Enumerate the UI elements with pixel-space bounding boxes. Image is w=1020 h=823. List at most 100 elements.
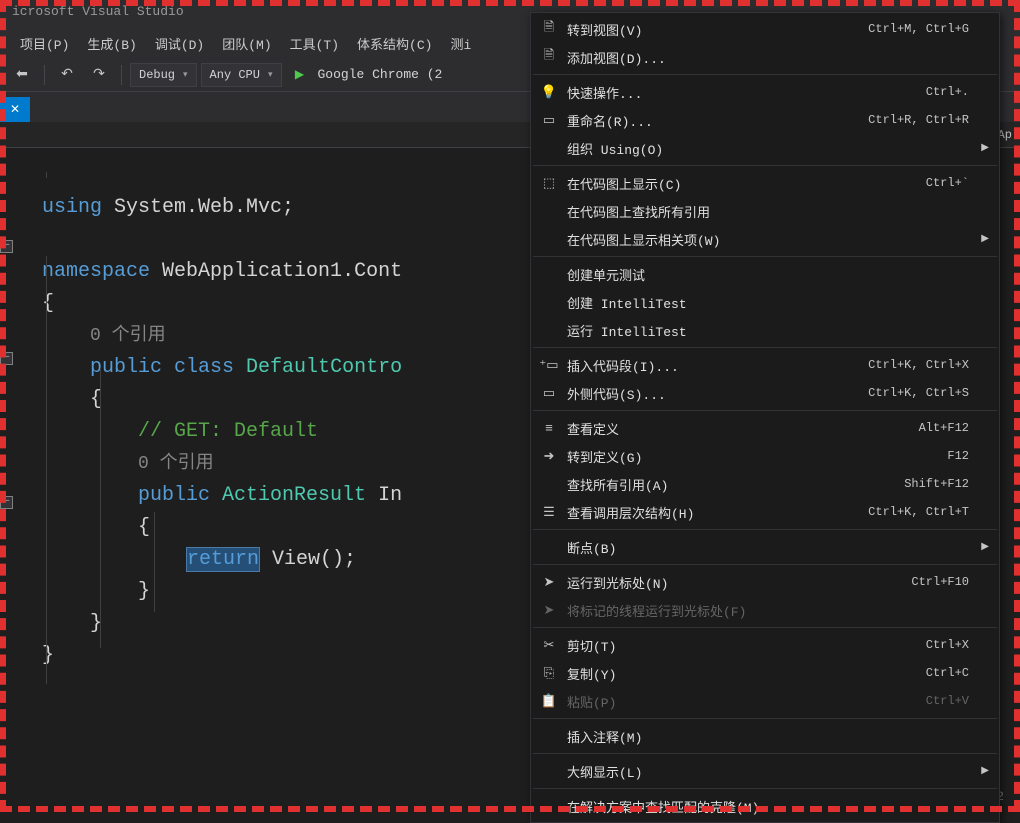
- menu-item-icon: 💡: [535, 85, 563, 100]
- menu-item-label: 添加视图(D)...: [563, 48, 969, 67]
- menu-item-icon: ▭: [535, 113, 563, 128]
- fold-toggle[interactable]: −: [0, 496, 13, 509]
- menu-item-label: 组织 Using(O): [563, 139, 969, 158]
- context-menu-item[interactable]: 断点(B)▶: [531, 533, 999, 561]
- menu-separator: [533, 74, 997, 75]
- menu-separator: [533, 753, 997, 754]
- context-menu-item[interactable]: ➤运行到光标处(N)Ctrl+F10: [531, 568, 999, 596]
- context-menu-item[interactable]: 查找所有引用(A)Shift+F12: [531, 470, 999, 498]
- context-menu-item[interactable]: 💡快速操作...Ctrl+.: [531, 78, 999, 106]
- context-menu: 🗎转到视图(V)Ctrl+M, Ctrl+G🗎添加视图(D)...💡快速操作..…: [530, 12, 1000, 823]
- context-menu-item[interactable]: ≡查看定义Alt+F12: [531, 414, 999, 442]
- menu-separator: [533, 256, 997, 257]
- menu-item-shortcut: Ctrl+V: [926, 694, 969, 708]
- context-menu-item[interactable]: 大纲显示(L) ▶: [531, 757, 999, 785]
- context-menu-item[interactable]: 在解决方案中查找匹配的克隆(M): [531, 792, 999, 820]
- menu-item-label: 查找所有引用(A): [563, 475, 904, 494]
- code-line: public ActionResult In: [138, 484, 402, 507]
- menu-item-label: 转到视图(V): [563, 20, 868, 39]
- menu-item-icon: ☰: [535, 505, 563, 520]
- menu-separator: [533, 564, 997, 565]
- submenu-arrow-icon: ▶: [981, 541, 989, 553]
- menu-project[interactable]: 项目(P): [20, 34, 69, 53]
- platform-dropdown[interactable]: Any CPU: [201, 63, 282, 87]
- redo-button[interactable]: ↷: [85, 62, 113, 88]
- context-menu-item[interactable]: ✂剪切(T)Ctrl+X: [531, 631, 999, 659]
- context-menu-item[interactable]: 运行 IntelliTest: [531, 316, 999, 344]
- context-menu-item[interactable]: 🗎添加视图(D)...: [531, 43, 999, 71]
- context-menu-item[interactable]: 创建单元测试: [531, 260, 999, 288]
- menu-item-icon: ≡: [535, 421, 563, 436]
- menu-item-icon: ⬚: [535, 176, 563, 191]
- context-menu-item[interactable]: 🗎转到视图(V)Ctrl+M, Ctrl+G: [531, 15, 999, 43]
- start-debug-button[interactable]: ▶: [286, 62, 314, 88]
- fold-toggle[interactable]: −: [0, 240, 13, 253]
- menu-item-label: 大纲显示(L): [563, 762, 969, 781]
- menu-item-shortcut: Ctrl+M, Ctrl+G: [868, 22, 969, 36]
- submenu-arrow-icon: ▶: [981, 233, 989, 245]
- context-menu-item[interactable]: ☰查看调用层次结构(H)Ctrl+K, Ctrl+T: [531, 498, 999, 526]
- selected-text: return: [186, 547, 260, 572]
- menu-test[interactable]: 测i: [450, 34, 471, 53]
- context-menu-item[interactable]: 组织 Using(O)▶: [531, 134, 999, 162]
- code-line: {: [42, 292, 54, 315]
- context-menu-item[interactable]: ⁺▭插入代码段(I)...Ctrl+K, Ctrl+X: [531, 351, 999, 379]
- menu-tools[interactable]: 工具(T): [290, 34, 339, 53]
- menu-item-shortcut: Ctrl+.: [926, 85, 969, 99]
- context-menu-item[interactable]: 在代码图上显示相关项(W)▶: [531, 225, 999, 253]
- menu-item-icon: ▭: [535, 386, 563, 401]
- run-target[interactable]: Google Chrome (2: [318, 67, 443, 82]
- menu-item-icon: 🗎: [535, 18, 563, 40]
- menu-item-shortcut: Ctrl+K, Ctrl+X: [868, 358, 969, 372]
- document-tab-active[interactable]: ✕: [0, 97, 30, 122]
- context-menu-item[interactable]: ▭外侧代码(S)...Ctrl+K, Ctrl+S: [531, 379, 999, 407]
- submenu-arrow-icon: ▶: [981, 765, 989, 777]
- menu-team[interactable]: 团队(M): [222, 34, 271, 53]
- code-line: public class DefaultContro: [90, 356, 402, 379]
- context-menu-item[interactable]: 创建 IntelliTest: [531, 288, 999, 316]
- menu-separator: [533, 718, 997, 719]
- menu-item-icon: 🗎: [535, 46, 563, 68]
- menu-item-label: 快速操作...: [563, 83, 926, 102]
- context-menu-item: 📋粘贴(P)Ctrl+V: [531, 687, 999, 715]
- code-line: }: [42, 644, 54, 667]
- menu-item-icon: 📋: [535, 694, 563, 709]
- menu-item-shortcut: Ctrl+K, Ctrl+T: [868, 505, 969, 519]
- menu-item-label: 外侧代码(S)...: [563, 384, 868, 403]
- context-menu-item[interactable]: ▭重命名(R)...Ctrl+R, Ctrl+R: [531, 106, 999, 134]
- menu-item-label: 重命名(R)...: [563, 111, 868, 130]
- context-menu-item[interactable]: ⎘复制(Y)Ctrl+C: [531, 659, 999, 687]
- codelens-references[interactable]: 0 个引用: [90, 326, 166, 346]
- code-line: // GET: Default: [138, 420, 318, 443]
- context-menu-item[interactable]: 插入注释(M): [531, 722, 999, 750]
- menu-item-label: 运行 IntelliTest: [563, 321, 969, 340]
- close-tab-icon[interactable]: ✕: [10, 102, 20, 117]
- menu-item-label: 在解决方案中查找匹配的克隆(M): [563, 797, 969, 816]
- codelens-references[interactable]: 0 个引用: [138, 454, 214, 474]
- menu-separator: [533, 410, 997, 411]
- menu-item-shortcut: Shift+F12: [904, 477, 969, 491]
- menu-build[interactable]: 生成(B): [87, 34, 136, 53]
- context-menu-item[interactable]: 在代码图上查找所有引用: [531, 197, 999, 225]
- context-menu-item[interactable]: ➜转到定义(G)F12: [531, 442, 999, 470]
- menu-item-shortcut: Alt+F12: [919, 421, 969, 435]
- context-menu-item: ➤将标记的线程运行到光标处(F): [531, 596, 999, 624]
- nav-back-button[interactable]: ⬅: [8, 62, 36, 88]
- menu-debug[interactable]: 调试(D): [155, 34, 204, 53]
- menu-item-shortcut: F12: [947, 449, 969, 463]
- code-line: namespace WebApplication1.Cont: [42, 260, 402, 283]
- context-menu-item[interactable]: ⬚在代码图上显示(C)Ctrl+`: [531, 169, 999, 197]
- menu-architecture[interactable]: 体系结构(C): [357, 34, 432, 53]
- menu-item-icon: ⁺▭: [535, 358, 563, 373]
- menu-item-label: 将标记的线程运行到光标处(F): [563, 601, 969, 620]
- menu-item-label: 粘贴(P): [563, 692, 926, 711]
- menu-item-shortcut: Ctrl+R, Ctrl+R: [868, 113, 969, 127]
- menu-item-label: 剪切(T): [563, 636, 926, 655]
- code-line: }: [138, 580, 150, 603]
- menu-item-icon: ⎘: [535, 666, 563, 681]
- undo-button[interactable]: ↶: [53, 62, 81, 88]
- menu-item-label: 创建单元测试: [563, 265, 969, 284]
- menu-item-shortcut: Ctrl+F10: [911, 575, 969, 589]
- fold-toggle[interactable]: −: [0, 352, 13, 365]
- config-dropdown[interactable]: Debug: [130, 63, 197, 87]
